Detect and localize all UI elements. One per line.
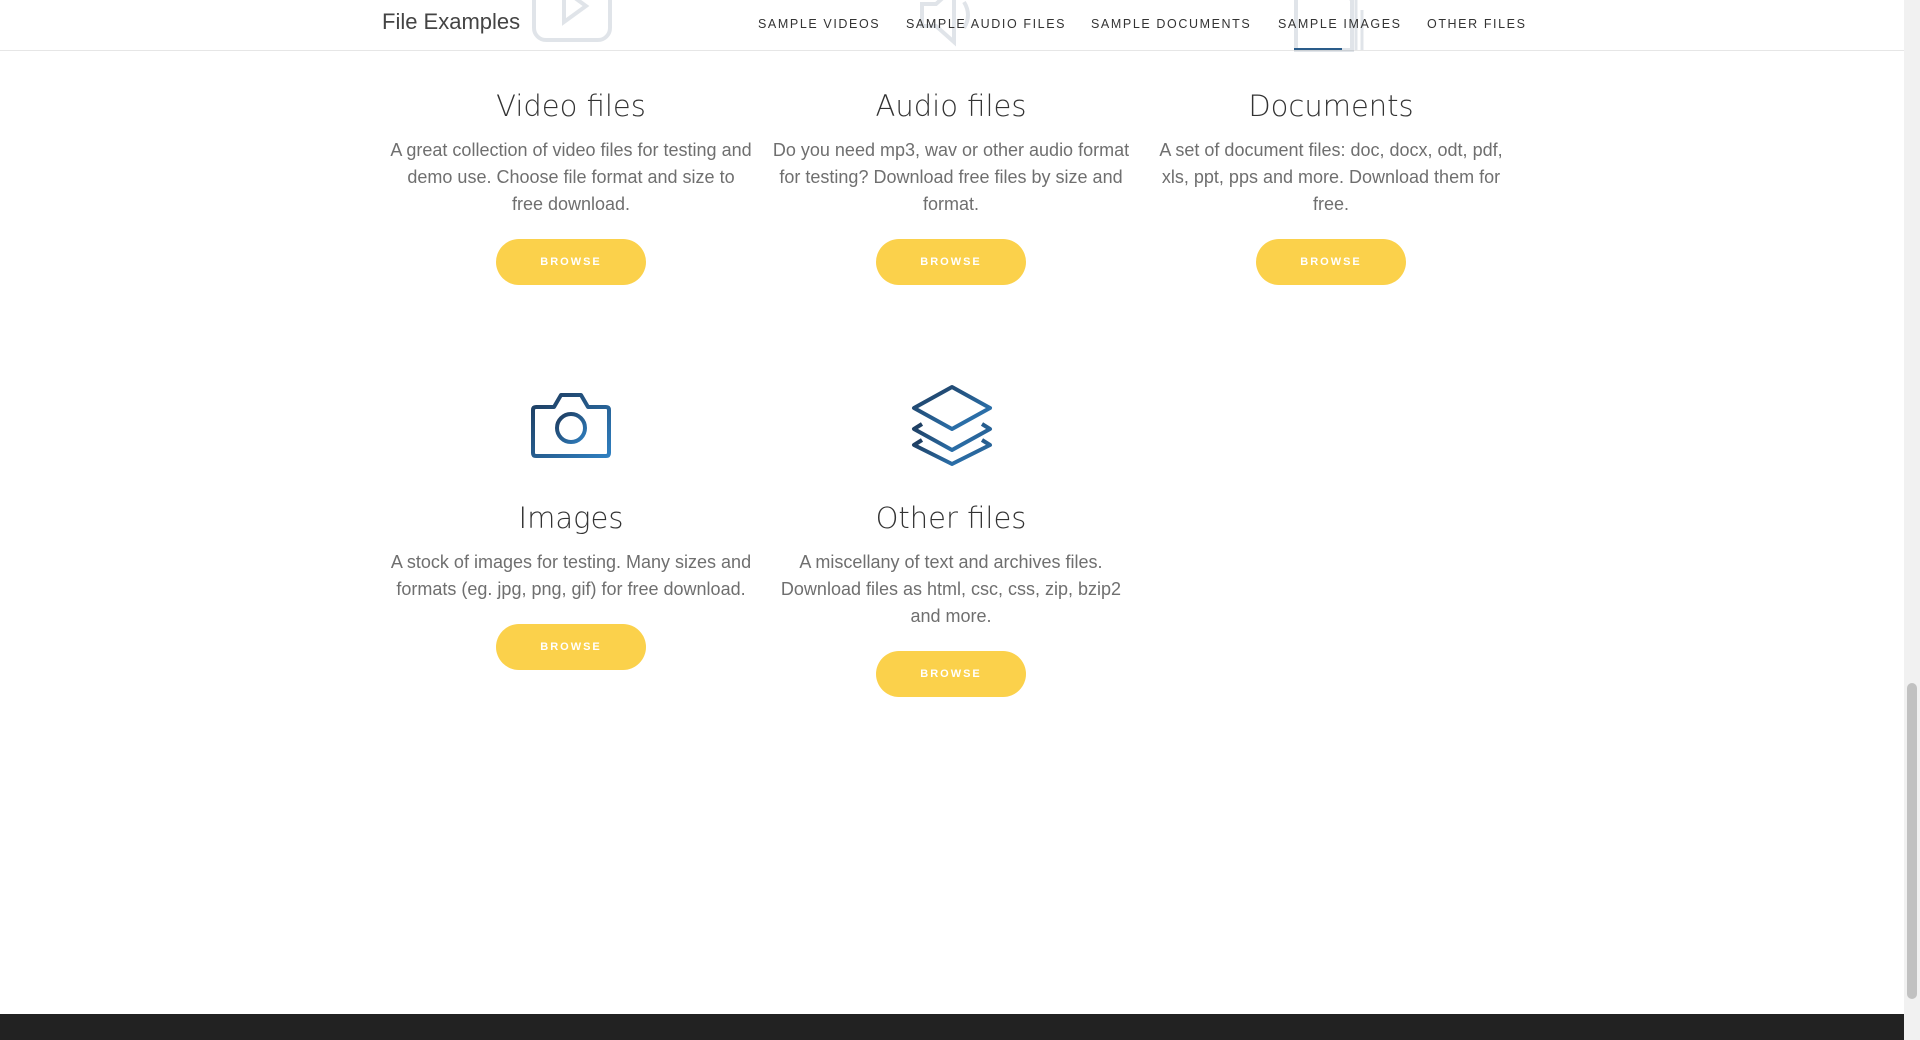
card-title: Other files <box>875 501 1027 535</box>
layers-icon <box>912 385 992 466</box>
card-description: Do you need mp3, wav or other audio form… <box>772 140 1130 214</box>
nav-sample-audio-files[interactable]: SAMPLE AUDIO FILES <box>906 17 1066 31</box>
card-title: Video files <box>496 89 646 123</box>
camera-icon <box>531 393 611 458</box>
nav-sample-images[interactable]: SAMPLE IMAGES <box>1278 17 1402 50</box>
card-images: Images A stock of images for testing. Ma… <box>381 501 761 670</box>
page: File Examples SAMPLE VIDEOS SAMPLE AUDIO… <box>0 0 1904 1040</box>
browse-documents-button[interactable]: BROWSE <box>1256 239 1406 285</box>
nav-sample-videos[interactable]: SAMPLE VIDEOS <box>758 17 880 31</box>
card-audio-files: Audio files Do you need mp3, wav or othe… <box>761 89 1141 285</box>
card-title: Documents <box>1248 89 1414 123</box>
site-header: File Examples SAMPLE VIDEOS SAMPLE AUDIO… <box>0 0 1904 52</box>
browse-video-button[interactable]: BROWSE <box>496 239 646 285</box>
card-description: A set of document files: doc, docx, odt,… <box>1159 140 1503 214</box>
card-description: A stock of images for testing. Many size… <box>390 552 752 599</box>
card-other-files: Other files A miscellany of text and arc… <box>761 501 1141 697</box>
nav-sample-documents[interactable]: SAMPLE DOCUMENTS <box>1091 17 1251 31</box>
card-video-files: Video files A great collection of video … <box>381 89 761 285</box>
scrollbar-thumb[interactable] <box>1907 683 1917 999</box>
footer <box>0 1014 1904 1040</box>
browse-other-files-button[interactable]: BROWSE <box>876 651 1026 697</box>
card-description: A great collection of video files for te… <box>390 140 752 214</box>
card-documents: Documents A set of document files: doc, … <box>1141 89 1521 285</box>
card-description: A miscellany of text and archives files.… <box>780 552 1122 626</box>
card-title: Audio files <box>875 89 1027 123</box>
browse-audio-button[interactable]: BROWSE <box>876 239 1026 285</box>
card-title: Images <box>518 501 624 535</box>
browse-images-button[interactable]: BROWSE <box>496 624 646 670</box>
main-nav: SAMPLE VIDEOS SAMPLE AUDIO FILES SAMPLE … <box>0 0 1904 51</box>
vertical-scrollbar[interactable] <box>1904 0 1920 1040</box>
nav-other-files[interactable]: OTHER FILES <box>1427 17 1527 31</box>
